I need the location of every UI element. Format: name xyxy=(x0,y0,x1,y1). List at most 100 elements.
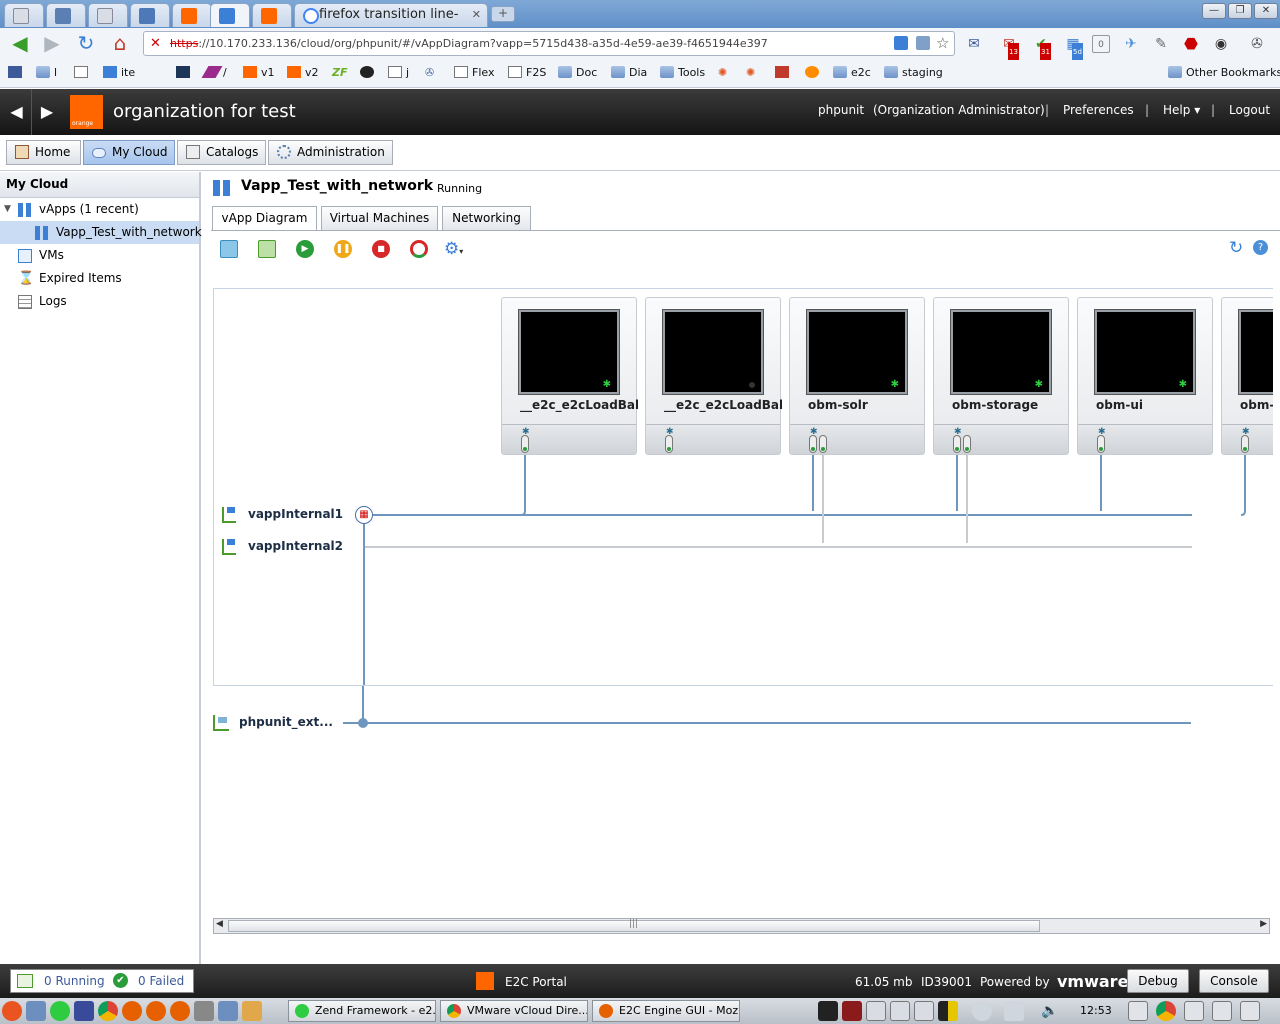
mask-icon[interactable]: ◉ xyxy=(1212,35,1230,53)
sidebar-item-expired[interactable]: ⌛ Expired Items xyxy=(0,267,199,290)
chrome-icon[interactable] xyxy=(98,1001,118,1021)
console-button[interactable]: Console xyxy=(1199,969,1269,993)
tray-icon[interactable] xyxy=(1004,1001,1024,1021)
browser-tab-1[interactable] xyxy=(4,3,44,27)
app-icon[interactable] xyxy=(218,1001,238,1021)
tray-icon[interactable] xyxy=(1212,1001,1232,1021)
minimize-button[interactable]: — xyxy=(1202,3,1226,19)
firefox-icon[interactable] xyxy=(170,1001,190,1021)
bookmark-folder[interactable]: l xyxy=(36,66,57,82)
wrench-icon[interactable]: ✇ xyxy=(1248,35,1266,53)
tab-networking[interactable]: Networking xyxy=(442,206,531,230)
zf-icon[interactable]: ZF xyxy=(332,66,348,82)
chrome-icon[interactable] xyxy=(1156,1001,1176,1021)
bookmark-staging[interactable]: staging xyxy=(884,66,943,82)
mail-icon[interactable]: ✉ xyxy=(965,35,983,53)
taskbar-window[interactable]: Zend Framework - e2... xyxy=(288,1000,436,1022)
sidebar-item-vapps[interactable]: ▼ vApps (1 recent) xyxy=(0,198,199,221)
external-network-label[interactable]: phpunit_ext... xyxy=(239,715,333,729)
sidebar-item-vapp[interactable]: Vapp_Test_with_network xyxy=(0,221,202,244)
vm-card[interactable]: ✱ obm-ui ✱ xyxy=(1077,297,1213,455)
vm-card[interactable]: ✱ obm-solr ✱ xyxy=(789,297,925,455)
vm-console-thumbnail[interactable]: ✱ xyxy=(518,309,620,395)
nic-icon[interactable] xyxy=(963,435,971,453)
ubuntu-icon[interactable] xyxy=(2,1001,22,1021)
administration-button[interactable]: Administration xyxy=(268,140,393,165)
bookmark-mail[interactable] xyxy=(8,66,26,82)
eyedropper-icon[interactable]: ✎ xyxy=(1152,35,1170,53)
actions-gear-icon[interactable]: ⚙▾ xyxy=(444,240,470,258)
bookmark-symfony[interactable] xyxy=(360,66,378,82)
terminal-icon[interactable] xyxy=(818,1001,838,1021)
nic-icon[interactable] xyxy=(953,435,961,453)
tree-toggle-icon[interactable]: ▼ xyxy=(4,198,11,221)
browser-tab-7[interactable] xyxy=(252,3,292,27)
nic-icon[interactable] xyxy=(1097,435,1105,453)
bookmark-doc[interactable]: Doc xyxy=(558,66,597,82)
firefox-icon[interactable] xyxy=(146,1001,166,1021)
close-window-button[interactable]: ✕ xyxy=(1254,3,1278,19)
taskbar-window[interactable]: E2C Engine GUI - Moz... xyxy=(592,1000,740,1022)
task-status[interactable]: 0 Running ✔ 0 Failed xyxy=(10,969,194,993)
bookmark-e2c[interactable]: e2c xyxy=(833,66,871,82)
user-name[interactable]: phpunit xyxy=(818,103,864,117)
tray-icon[interactable] xyxy=(914,1001,934,1021)
firefox-icon[interactable] xyxy=(122,1001,142,1021)
catalogs-button[interactable]: Catalogs xyxy=(177,140,266,165)
vm-console-thumbnail[interactable] xyxy=(662,309,764,395)
close-icon[interactable]: ✕ xyxy=(472,8,481,21)
scroll-left-icon[interactable]: ◀ xyxy=(216,919,223,929)
app-icon[interactable] xyxy=(74,1001,94,1021)
logout-link[interactable]: Logout xyxy=(1229,103,1270,117)
debug-button[interactable]: Debug xyxy=(1127,969,1189,993)
bookmark-page[interactable] xyxy=(74,66,92,82)
app-icon[interactable] xyxy=(50,1001,70,1021)
other-bookmarks[interactable]: Other Bookmarks xyxy=(1168,66,1280,82)
nic-icon[interactable] xyxy=(521,435,529,453)
bookmark-zend[interactable] xyxy=(176,66,194,82)
vm-card[interactable]: ✱ obm-storage ✱ xyxy=(933,297,1069,455)
vm-card[interactable]: __e2c_e2cLoadBal ✱ xyxy=(645,297,782,455)
bookmark-flex[interactable]: Flex xyxy=(454,66,494,82)
extension-icon[interactable] xyxy=(894,36,908,50)
power-off-icon[interactable]: ■ xyxy=(372,240,390,258)
tray-icon[interactable] xyxy=(1240,1001,1260,1021)
bird-icon[interactable]: ✈ xyxy=(1122,35,1140,53)
failed-count[interactable]: 0 Failed xyxy=(138,974,184,988)
back-icon[interactable]: ◀ xyxy=(8,32,32,56)
back-arrow-icon[interactable]: ◀ xyxy=(2,89,32,135)
check-icon[interactable]: ✔31 xyxy=(1032,35,1051,61)
reset-icon[interactable] xyxy=(410,240,428,258)
tray-icon[interactable] xyxy=(938,1001,958,1021)
network-label[interactable]: vappInternal2 xyxy=(248,539,343,553)
browser-tab-4[interactable] xyxy=(130,3,170,27)
suspend-icon[interactable]: ❚❚ xyxy=(334,240,352,258)
bookmark-dia[interactable]: Dia xyxy=(611,66,647,82)
vm-console-thumbnail[interactable]: ✱ xyxy=(1094,309,1196,395)
browser-tab-5[interactable] xyxy=(172,3,212,27)
gmail-icon[interactable]: ✉13 xyxy=(1000,35,1019,61)
scroll-thumb[interactable]: ||| xyxy=(228,919,1040,932)
stop-icon[interactable]: ⬣ xyxy=(1182,35,1200,53)
browser-tab-2[interactable] xyxy=(46,3,86,27)
firewall-icon[interactable]: ▦ xyxy=(355,506,373,524)
counter-icon[interactable]: 0 xyxy=(1092,35,1110,53)
running-count[interactable]: 0 Running xyxy=(44,974,105,988)
bookmark-rmc[interactable] xyxy=(775,66,793,82)
bookmark-orange-circle[interactable] xyxy=(805,66,823,82)
horizontal-scrollbar[interactable]: ◀ ||| ▶ xyxy=(213,918,1270,934)
extension-icon[interactable] xyxy=(916,36,930,50)
bookmark-slash[interactable]: / xyxy=(201,66,227,82)
tray-icon[interactable] xyxy=(890,1001,910,1021)
tab-virtual-machines[interactable]: Virtual Machines xyxy=(321,206,438,230)
help-icon[interactable]: ? xyxy=(1253,240,1268,255)
browser-tab-8[interactable]: firefox transition line-heig ✕ xyxy=(294,3,488,27)
network-tray-icon[interactable] xyxy=(972,1001,992,1021)
my-cloud-button[interactable]: My Cloud xyxy=(83,140,175,165)
preferences-link[interactable]: Preferences xyxy=(1063,103,1134,117)
power-on-icon[interactable]: ▶ xyxy=(296,240,314,258)
tray-icon[interactable] xyxy=(1184,1001,1204,1021)
vm-console-thumbnail[interactable] xyxy=(1238,309,1273,395)
nic-icon[interactable] xyxy=(809,435,817,453)
maximize-button[interactable]: ❐ xyxy=(1228,3,1252,19)
